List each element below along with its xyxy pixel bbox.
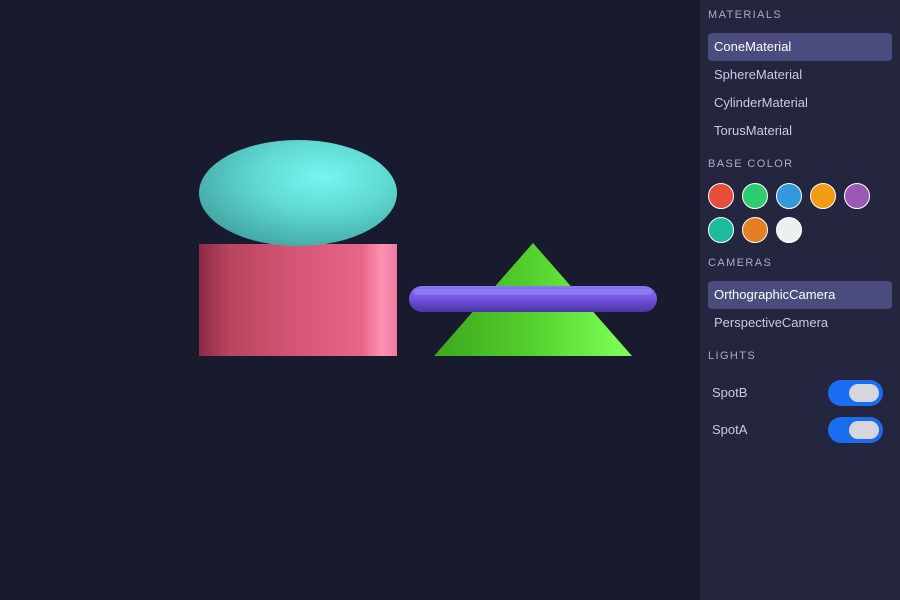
sphere-object[interactable] — [199, 140, 397, 246]
color-swatch-purple[interactable] — [844, 183, 870, 209]
app: MATERIALS ConeMaterial SphereMaterial Cy… — [0, 0, 900, 600]
color-swatch-red[interactable] — [708, 183, 734, 209]
toggle-knob — [849, 421, 879, 439]
light-label: SpotA — [712, 422, 748, 437]
color-swatch-green[interactable] — [742, 183, 768, 209]
camera-item-orthographic[interactable]: OrthographicCamera — [708, 281, 892, 309]
cameras-section-title: CAMERAS — [708, 257, 773, 269]
base-color-section-title: BASE COLOR — [708, 158, 794, 170]
color-swatch-blue[interactable] — [776, 183, 802, 209]
camera-item-perspective[interactable]: PerspectiveCamera — [708, 309, 892, 337]
scene-canvas[interactable] — [0, 0, 700, 600]
material-item-torus[interactable]: TorusMaterial — [708, 117, 892, 145]
cylinder-object[interactable] — [199, 244, 397, 356]
light-toggle-spotb[interactable] — [828, 380, 883, 406]
properties-panel: MATERIALS ConeMaterial SphereMaterial Cy… — [700, 0, 900, 600]
light-label: SpotB — [712, 385, 748, 400]
color-swatch-yellow[interactable] — [810, 183, 836, 209]
light-toggle-spota[interactable] — [828, 417, 883, 443]
material-item-cone[interactable]: ConeMaterial — [708, 33, 892, 61]
lights-section-title: LIGHTS — [708, 350, 757, 362]
light-row-spota: SpotA — [708, 415, 892, 445]
toggle-knob — [849, 384, 879, 402]
light-row-spotb: SpotB — [708, 378, 892, 408]
materials-section-title: MATERIALS — [708, 9, 783, 21]
material-item-sphere[interactable]: SphereMaterial — [708, 61, 892, 89]
3d-viewport[interactable] — [0, 0, 700, 600]
color-swatch-white[interactable] — [776, 217, 802, 243]
color-swatch-teal[interactable] — [708, 217, 734, 243]
material-item-cylinder[interactable]: CylinderMaterial — [708, 89, 892, 117]
color-swatch-orange[interactable] — [742, 217, 768, 243]
torus-object[interactable] — [409, 286, 657, 312]
